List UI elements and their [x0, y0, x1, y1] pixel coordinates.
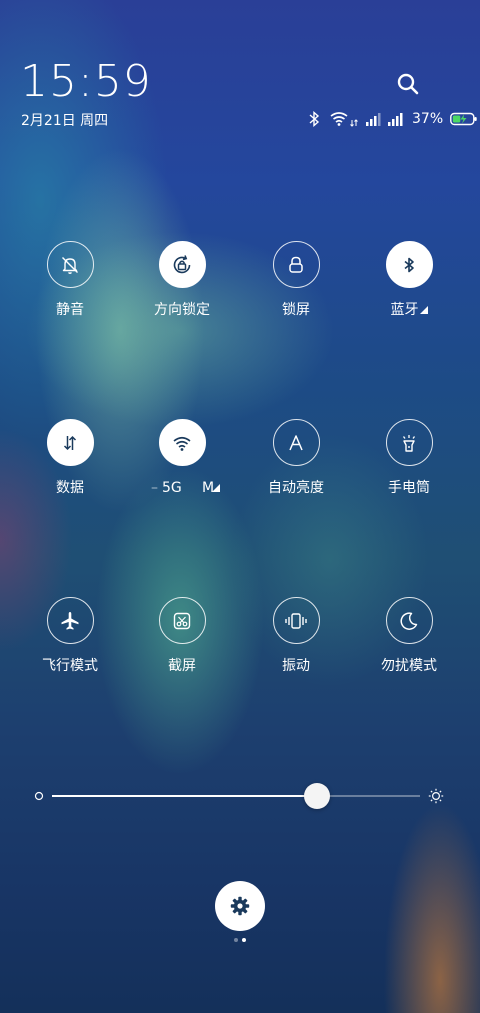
- brightness-low-icon: [34, 791, 44, 801]
- tile-rotation-lock-toggle[interactable]: [158, 241, 206, 288]
- tile-vibrate[interactable]: 振动: [241, 597, 351, 675]
- search-button[interactable]: [394, 70, 422, 98]
- bell-off-icon: [62, 256, 78, 274]
- tile-mobile-data-toggle[interactable]: [46, 419, 94, 466]
- tile-mobile-data-label: 数据: [56, 480, 84, 496]
- brightness-slider-fill: [52, 795, 317, 797]
- status-icons: 37%: [308, 109, 478, 129]
- date[interactable]: 2月21日 周四: [21, 110, 108, 130]
- more-triangle-icon[interactable]: [419, 306, 428, 314]
- tile-lock-screen-label: 锁屏: [282, 302, 310, 318]
- moon-icon: [400, 611, 418, 630]
- tile-lock-screen[interactable]: 锁屏: [241, 241, 351, 319]
- tile-screenshot-toggle[interactable]: [158, 597, 206, 644]
- tile-vibrate-toggle[interactable]: [272, 597, 320, 644]
- bluetooth-icon: [309, 111, 320, 127]
- data-arrows-icon: [63, 435, 77, 450]
- wifi-icon: [330, 112, 348, 126]
- tile-do-not-disturb[interactable]: 勿扰模式: [354, 597, 464, 675]
- flashlight-icon: [402, 434, 416, 452]
- tile-bluetooth-toggle[interactable]: [385, 241, 433, 288]
- settings-button[interactable]: [215, 881, 265, 931]
- more-triangle-icon[interactable]: [212, 484, 220, 492]
- tile-mute-toggle[interactable]: [46, 241, 94, 288]
- tile-bluetooth[interactable]: 蓝牙: [354, 241, 464, 319]
- brightness-slider-thumb[interactable]: [303, 783, 330, 809]
- tile-flashlight-label: 手电筒: [388, 480, 430, 496]
- tile-mobile-data[interactable]: 数据: [15, 419, 125, 497]
- tile-flashlight[interactable]: 手电筒: [354, 419, 464, 497]
- tile-mute-label: 静音: [56, 302, 84, 318]
- tile-airplane-mode-label: 飞行模式: [42, 658, 98, 674]
- lock-icon: [289, 256, 303, 273]
- tile-vibrate-label: 振动: [282, 658, 310, 674]
- page-indicator-dot-active: [242, 938, 246, 942]
- brightness-high-icon: [428, 788, 444, 804]
- battery-charging-icon: [450, 112, 477, 126]
- tile-bluetooth-label: 蓝牙: [391, 301, 428, 319]
- tile-mute[interactable]: 静音: [15, 241, 125, 319]
- rotation-lock-icon: [173, 254, 191, 273]
- tile-auto-brightness[interactable]: 自动亮度: [241, 419, 351, 497]
- airplane-icon: [61, 611, 79, 630]
- tile-wifi-label-prefix: –: [151, 480, 158, 496]
- tile-wifi[interactable]: – 5G M: [127, 419, 237, 497]
- gear-icon: [230, 896, 250, 916]
- search-icon: [397, 73, 419, 95]
- tile-wifi-label: – 5G M: [127, 479, 237, 497]
- signal-icon: [388, 113, 403, 126]
- tile-bluetooth-label-text: 蓝牙: [390, 302, 419, 318]
- clock[interactable]: 15:59: [20, 58, 152, 106]
- tile-screenshot-label: 截屏: [168, 658, 196, 674]
- tile-auto-brightness-toggle[interactable]: [272, 419, 320, 466]
- wifi-activity-icon: [350, 119, 358, 127]
- tile-airplane-mode[interactable]: 飞行模式: [15, 597, 125, 675]
- tile-wifi-toggle[interactable]: [158, 419, 206, 466]
- tile-do-not-disturb-label: 勿扰模式: [381, 658, 437, 674]
- page-indicator-dot: [234, 938, 238, 942]
- tile-screenshot[interactable]: 截屏: [127, 597, 237, 675]
- tile-lock-screen-toggle[interactable]: [272, 241, 320, 288]
- vibrate-icon: [285, 612, 307, 629]
- tile-airplane-mode-toggle[interactable]: [46, 597, 94, 644]
- tile-do-not-disturb-toggle[interactable]: [385, 597, 433, 644]
- wifi-icon: [173, 436, 191, 451]
- battery-percent: 37%: [412, 111, 444, 127]
- bluetooth-icon: [404, 257, 414, 272]
- auto-brightness-icon: [289, 434, 303, 450]
- signal-icon: [366, 113, 381, 126]
- tile-flashlight-toggle[interactable]: [385, 419, 433, 466]
- screenshot-icon: [173, 612, 191, 629]
- tile-auto-brightness-label: 自动亮度: [268, 480, 324, 496]
- tile-rotation-lock-label: 方向锁定: [154, 302, 210, 318]
- tile-rotation-lock[interactable]: 方向锁定: [127, 241, 237, 319]
- tile-wifi-label-text: 5G: [162, 480, 182, 496]
